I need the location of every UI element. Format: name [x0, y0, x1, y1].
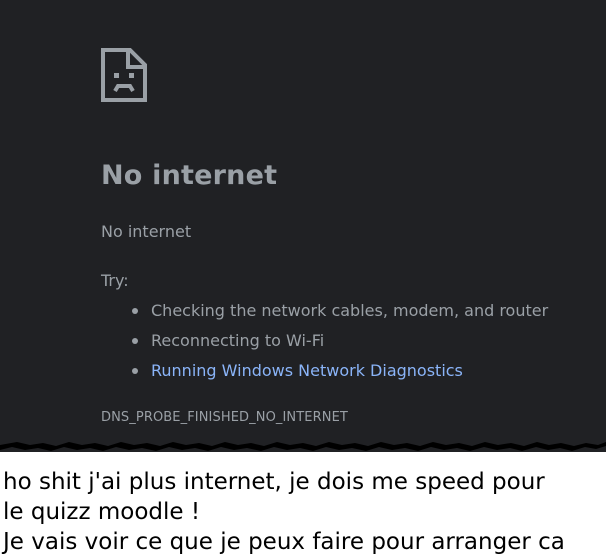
caption-line-2: le quizz moodle !	[3, 499, 201, 525]
caption-line-1: ho shit j'ai plus internet, je dois me s…	[3, 469, 545, 495]
try-label: Try:	[101, 271, 129, 290]
error-title: No internet	[101, 160, 278, 191]
suggestion-label: Reconnecting to Wi-Fi	[151, 331, 325, 350]
suggestion-item-check-cables: Checking the network cables, modem, and …	[101, 296, 548, 326]
meme-caption: ho shit j'ai plus internet, je dois me s…	[3, 467, 606, 557]
sad-document-icon	[101, 48, 147, 102]
suggestion-label: Checking the network cables, modem, and …	[151, 301, 549, 320]
suggestion-item-network-diagnostics[interactable]: Running Windows Network Diagnostics	[101, 356, 548, 386]
browser-error-page: No internet No internet Try: Checking th…	[0, 0, 606, 452]
caption-line-3: Je vais voir ce que je peux faire pour a…	[3, 529, 565, 555]
torn-paper-edge	[0, 432, 606, 451]
error-code: DNS_PROBE_FINISHED_NO_INTERNET	[101, 410, 348, 425]
meme-stage: No internet No internet Try: Checking th…	[0, 0, 606, 559]
suggestion-list: Checking the network cables, modem, and …	[101, 296, 548, 386]
suggestion-item-reconnect-wifi: Reconnecting to Wi-Fi	[101, 326, 548, 356]
network-diagnostics-link[interactable]: Running Windows Network Diagnostics	[151, 361, 463, 380]
error-subtitle: No internet	[101, 222, 192, 241]
